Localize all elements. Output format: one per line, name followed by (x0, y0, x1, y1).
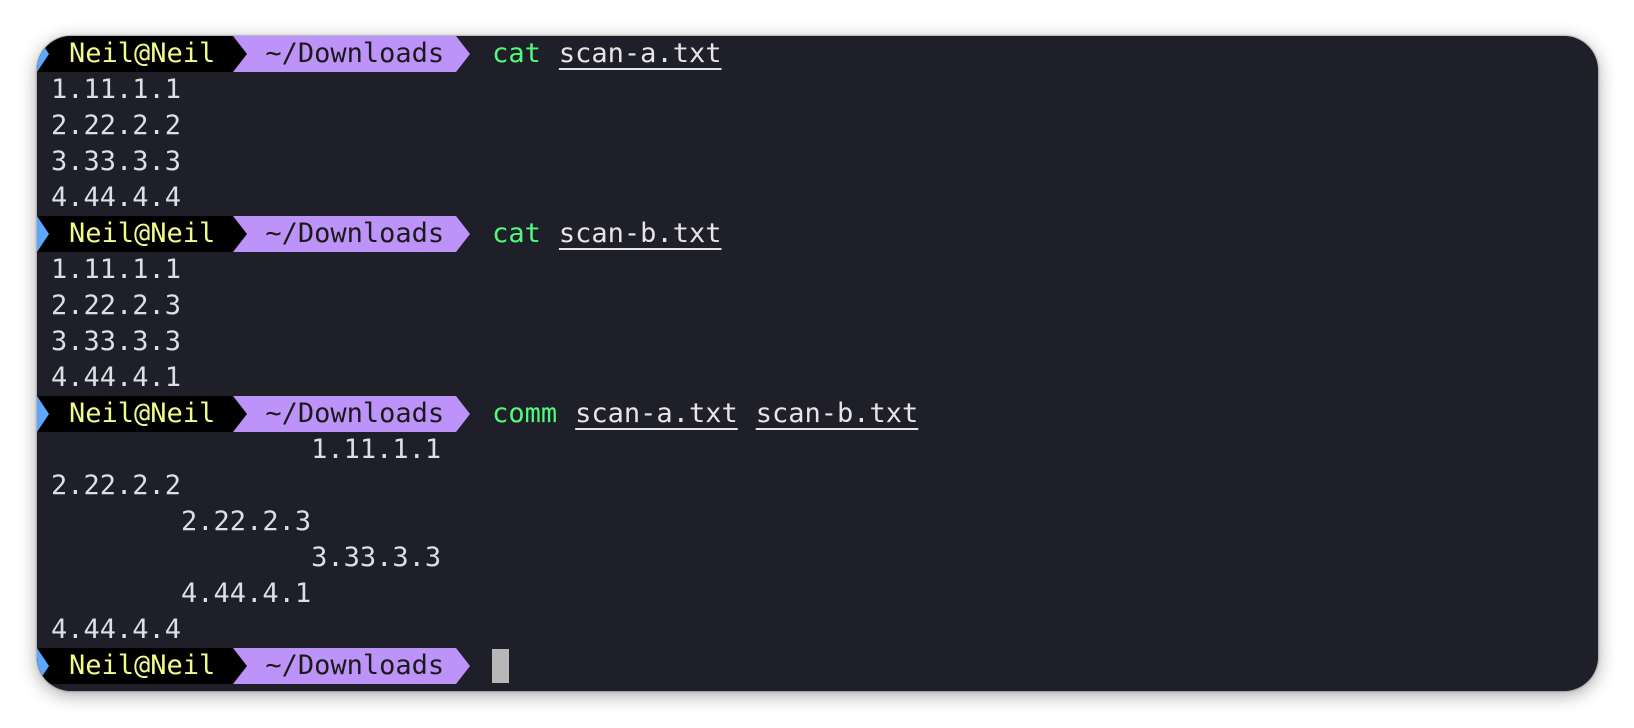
command-name: cat (492, 218, 541, 249)
prompt-line: Neil@Neil ~/Downloads cat scan-b.txt (37, 216, 1598, 252)
command-arg-file[interactable]: scan-a.txt (559, 36, 722, 72)
powerline-separator-icon (456, 216, 471, 252)
command-name: comm (492, 398, 558, 429)
prompt-lead-icon (37, 216, 49, 252)
output-line: 4.44.4.1 (51, 362, 182, 393)
output-line: 3.33.3.3 (51, 326, 182, 357)
output-line: 4.44.4.4 (51, 182, 182, 213)
output-line: 1.11.1.1 (51, 74, 182, 105)
output-line: 3.33.3.3 (51, 146, 182, 177)
prompt-path: ~/Downloads (247, 648, 457, 684)
terminal-output[interactable]: Neil@Neil ~/Downloads cat scan-a.txt 1.1… (37, 36, 1598, 691)
powerline-separator-icon (456, 396, 471, 432)
prompt-user-segment: Neil@Neil (37, 648, 234, 684)
prompt-path: ~/Downloads (247, 36, 457, 72)
powerline-separator-icon (233, 396, 248, 432)
prompt-user: Neil@Neil (69, 38, 216, 69)
prompt-path: ~/Downloads (247, 396, 457, 432)
output-line: 2.22.2.2 (51, 470, 182, 501)
output-line: 4.44.4.1 (51, 578, 312, 609)
prompt-user-segment: Neil@Neil (37, 216, 234, 252)
output-line: 3.33.3.3 (51, 542, 442, 573)
output-line: 4.44.4.4 (51, 614, 182, 645)
prompt-user-segment: Neil@Neil (37, 396, 234, 432)
powerline-separator-icon (233, 648, 248, 684)
prompt-user-segment: Neil@Neil (37, 36, 234, 72)
prompt-lead-icon (37, 36, 49, 72)
prompt-path: ~/Downloads (247, 216, 457, 252)
output-line: 2.22.2.3 (51, 290, 182, 321)
command-arg-file[interactable]: scan-b.txt (559, 216, 722, 252)
powerline-separator-icon (233, 216, 248, 252)
powerline-separator-icon (233, 36, 248, 72)
command-arg-file[interactable]: scan-a.txt (575, 396, 738, 432)
terminal-window[interactable]: Neil@Neil ~/Downloads cat scan-a.txt 1.1… (37, 36, 1598, 691)
output-line: 1.11.1.1 (51, 434, 442, 465)
prompt-lead-icon (37, 396, 49, 432)
command-name: cat (492, 38, 541, 69)
powerline-separator-icon (456, 648, 471, 684)
command-arg-file[interactable]: scan-b.txt (756, 396, 919, 432)
prompt-user: Neil@Neil (69, 650, 216, 681)
output-line: 2.22.2.3 (51, 506, 312, 537)
prompt-line: Neil@Neil ~/Downloads cat scan-a.txt (37, 36, 1598, 72)
output-line: 1.11.1.1 (51, 254, 182, 285)
output-line: 2.22.2.2 (51, 110, 182, 141)
prompt-user: Neil@Neil (69, 218, 216, 249)
prompt-line: Neil@Neil ~/Downloads comm scan-a.txt sc… (37, 396, 1598, 432)
powerline-separator-icon (456, 36, 471, 72)
prompt-user: Neil@Neil (69, 398, 216, 429)
text-cursor[interactable] (492, 649, 510, 683)
prompt-line-current[interactable]: Neil@Neil ~/Downloads (37, 648, 1598, 684)
prompt-lead-icon (37, 648, 49, 684)
